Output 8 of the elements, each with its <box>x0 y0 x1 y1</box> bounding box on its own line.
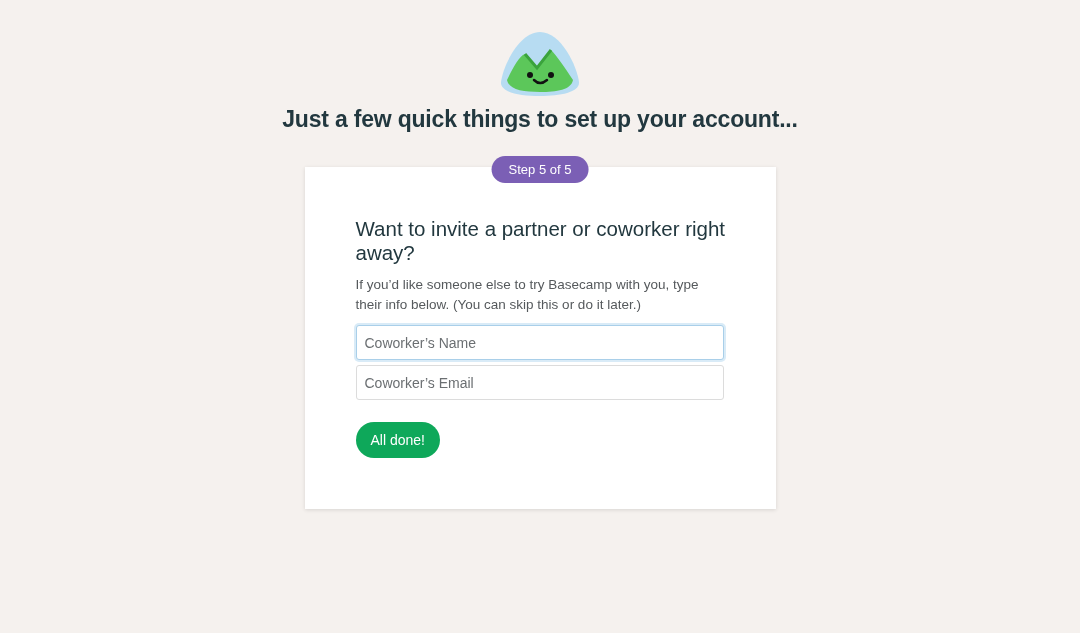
input-field[interactable]: Coworker’s Name <box>355 325 724 360</box>
card-heading: Want to invite a partner or coworker right away? <box>355 217 726 265</box>
logo-icon <box>499 30 581 98</box>
input-field[interactable]: Coworker’s Email <box>355 365 724 400</box>
submit-button[interactable]: All done! <box>355 422 440 458</box>
step-badge: Step 5 of 5 <box>491 156 589 183</box>
card-description: If you’d like someone else to try Basecamp with you, type their info below. (You can skip this or do it later.) <box>355 276 700 314</box>
page-title: Just a few quick things to set up your account... <box>282 106 798 133</box>
